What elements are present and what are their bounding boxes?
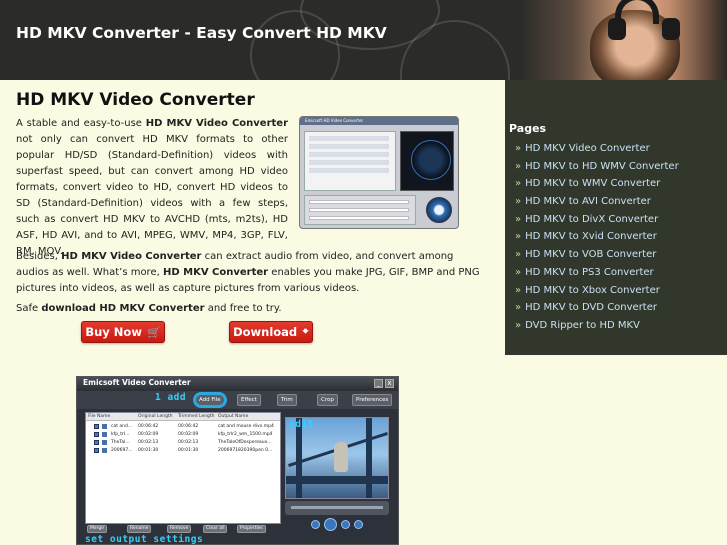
sidebar-link-ps3[interactable]: » HD MKV to PS3 Converter: [515, 264, 679, 282]
main-content: HD MKV Video Converter A stable and easy…: [0, 80, 505, 545]
features-paragraph: Besides, HD MKV Video Converter can extr…: [16, 251, 480, 294]
download-button[interactable]: Download 🠻: [229, 321, 313, 343]
product-screenshot: Emicsoft HD Video Converter: [299, 116, 459, 229]
effect-button: Effect: [237, 394, 261, 406]
cart-icon: 🛒: [146, 325, 161, 339]
sidebar-link-wmv[interactable]: » HD MKV to WMV Converter: [515, 175, 679, 193]
sidebar-heading: Pages: [509, 122, 547, 135]
close-icon: x: [385, 379, 394, 388]
add-file-button: Add File: [195, 394, 225, 406]
merge-button: Merge: [87, 525, 108, 533]
rewind-icon: [311, 519, 320, 529]
step-hint-output: set output settings: [85, 534, 204, 545]
sidebar-link-dvd-ripper[interactable]: » DVD Ripper to HD MKV: [515, 317, 679, 335]
page-title: HD MKV Video Converter: [16, 90, 255, 110]
buy-now-label: Buy Now: [85, 325, 142, 339]
convert-knob-icon: [426, 197, 452, 223]
intro-paragraph: A stable and easy-to-use HD MKV Video Co…: [16, 118, 289, 257]
site-title[interactable]: HD MKV Converter - Easy Convert HD MKV: [16, 24, 387, 42]
snapshot-icon: [354, 519, 363, 529]
trim-button: Trim: [277, 394, 297, 406]
file-row: TheTal... 00:02:13 00:02:13 TheTaleOfDes…: [86, 439, 280, 446]
file-list: File Name Original Length Trimmed Length…: [85, 412, 281, 524]
preview-seek-bar: [285, 501, 389, 515]
download-label: Download: [233, 325, 298, 339]
sidebar-link-xvid[interactable]: » HD MKV to Xvid Converter: [515, 228, 679, 246]
sidebar-nav: » HD MKV Video Converter » HD MKV to HD WM…: [515, 140, 679, 335]
column-header: File Name: [88, 414, 111, 419]
step-hint-add: 1 add: [155, 392, 187, 403]
forward-icon: [341, 519, 350, 529]
clear-all-button: Clear all: [203, 525, 228, 533]
product-screenshot-title: Emicsoft HD Video Converter: [305, 118, 364, 123]
app-toolbar: Add File Effect Trim Crop Preferences: [77, 391, 398, 409]
file-row: 200697... 00:01:30 00:01:30 200697182039…: [86, 447, 280, 454]
remove-button: Remove: [167, 525, 192, 533]
file-row: cat and... 00:06:42 00:06:42 cat and mou…: [86, 423, 280, 430]
buy-now-button[interactable]: Buy Now 🛒: [81, 321, 165, 343]
sidebar-link-hd-wmv[interactable]: » HD MKV to HD WMV Converter: [515, 158, 679, 176]
sidebar-link-hd-mkv-video-converter[interactable]: » HD MKV Video Converter: [515, 140, 679, 158]
play-icon: [324, 517, 337, 531]
sidebar-link-avi[interactable]: » HD MKV to AVI Converter: [515, 193, 679, 211]
app-title: Emicsoft Video Converter: [83, 378, 191, 387]
sidebar-link-vob[interactable]: » HD MKV to VOB Converter: [515, 246, 679, 264]
sidebar-link-xbox[interactable]: » HD MKV to Xbox Converter: [515, 282, 679, 300]
app-titlebar: Emicsoft Video Converter _ x: [77, 377, 398, 391]
column-header: Output Name: [218, 414, 249, 419]
sidebar-link-dvd[interactable]: » HD MKV to DVD Converter: [515, 299, 679, 317]
step-hint-edit: edit: [289, 419, 314, 430]
header-photo: [520, 0, 727, 80]
playback-controls: [291, 517, 383, 531]
rename-button: Rename: [127, 525, 152, 533]
file-row: kfp_trl... 00:02:09 00:02:09 kfp_trlr2_w…: [86, 431, 280, 438]
download-paragraph: Safe download HD MKV Converter and free …: [16, 303, 282, 314]
download-link[interactable]: download HD MKV Converter: [41, 303, 204, 314]
crop-button: Crop: [317, 394, 338, 406]
minimize-icon: _: [374, 379, 383, 388]
sidebar-link-divx[interactable]: » HD MKV to DivX Converter: [515, 211, 679, 229]
preferences-button: Preferences: [352, 394, 393, 406]
site-header: HD MKV Converter - Easy Convert HD MKV: [0, 0, 727, 80]
column-header: Trimmed Length: [178, 414, 215, 419]
app-screenshot: Emicsoft Video Converter _ x Add File Eff…: [76, 376, 399, 545]
column-header: Original Length: [138, 414, 173, 419]
sidebar: Pages » HD MKV Video Converter » HD MKV to…: [505, 80, 727, 355]
properties-button: Properties: [237, 525, 266, 533]
download-arrow-icon: 🠻: [302, 324, 309, 338]
